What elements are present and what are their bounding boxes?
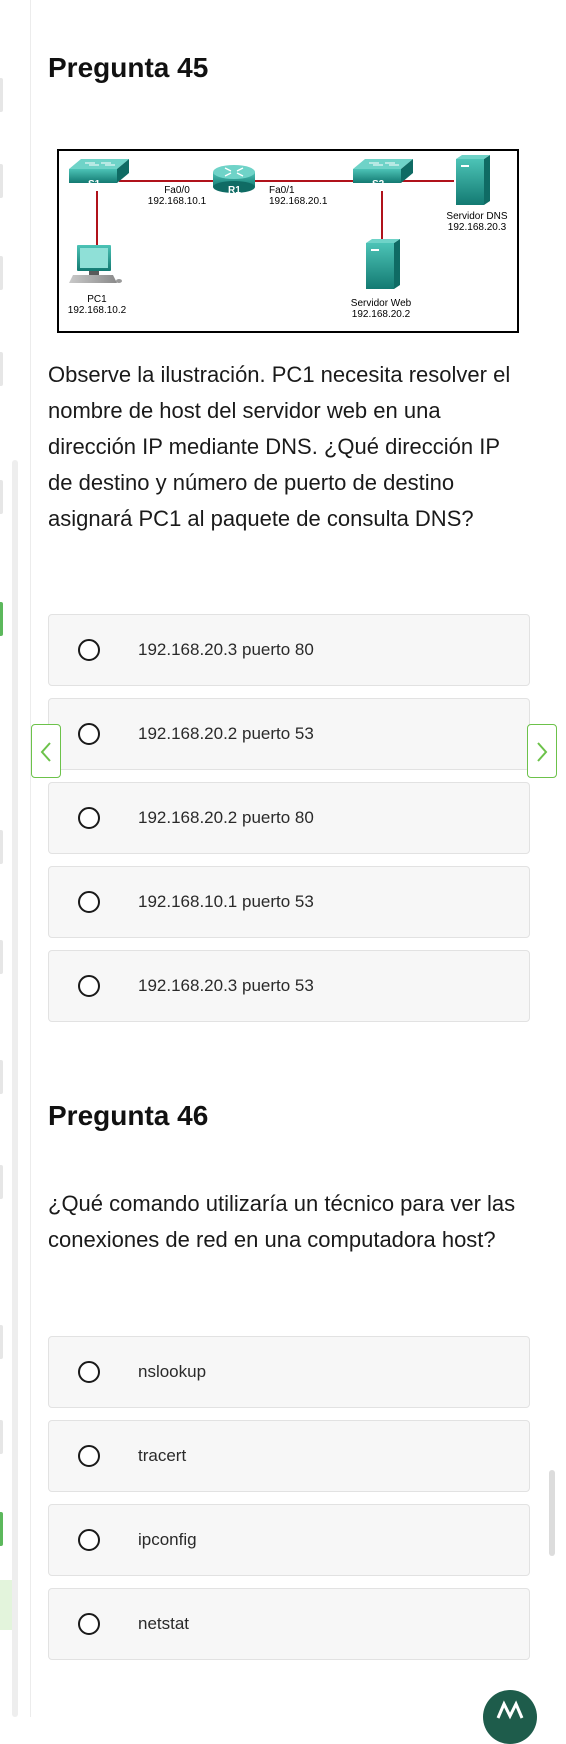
web-server-icon <box>366 239 400 289</box>
chevron-left-icon <box>40 742 51 762</box>
question-heading: Pregunta 46 <box>48 1100 209 1131</box>
answer-option-label: 192.168.20.3 puerto 53 <box>138 976 314 995</box>
answer-option[interactable]: 192.168.20.3 puerto 80 <box>48 614 530 686</box>
answer-option-label: ipconfig <box>138 1530 197 1549</box>
dns-server-ip: 192.168.20.3 <box>447 222 507 233</box>
answer-option-label: netstat <box>138 1614 190 1633</box>
scrollbar-thumb[interactable] <box>549 1470 555 1556</box>
answer-option[interactable]: 192.168.20.2 puerto 53 <box>48 698 530 770</box>
rail-tab[interactable] <box>0 830 3 864</box>
answer-option[interactable]: tracert <box>48 1420 530 1492</box>
rail-tab[interactable] <box>0 1060 3 1094</box>
chevron-right-icon <box>537 742 548 762</box>
answer-option[interactable]: netstat <box>48 1588 530 1660</box>
switch-s1-label: S1 <box>88 179 101 190</box>
rail-tab[interactable] <box>0 940 3 974</box>
rail-tab[interactable] <box>0 1325 3 1359</box>
interface-fa00-label: Fa0/0 <box>164 185 190 196</box>
question-text: ¿Qué comando utilizaría un técnico para … <box>48 1191 516 1252</box>
radio-unchecked-icon[interactable] <box>78 1613 100 1635</box>
prev-question-button[interactable] <box>31 724 61 778</box>
web-server-ip: 192.168.20.2 <box>351 309 411 320</box>
pc1-name: PC1 <box>87 294 107 305</box>
dns-server-icon <box>456 155 490 205</box>
answer-option[interactable]: 192.168.20.2 puerto 80 <box>48 782 530 854</box>
radio-unchecked-icon[interactable] <box>78 1445 100 1467</box>
rail-tab-active[interactable] <box>0 602 3 636</box>
radio-unchecked-icon[interactable] <box>78 723 100 745</box>
rail-tab-active[interactable] <box>0 1512 3 1546</box>
radio-unchecked-icon[interactable] <box>78 975 100 997</box>
rail-tab[interactable] <box>0 1420 3 1454</box>
answer-option-label: 192.168.20.3 puerto 80 <box>138 640 314 659</box>
question-heading: Pregunta 45 <box>48 52 209 83</box>
answer-option-label: nslookup <box>138 1362 207 1381</box>
answer-option[interactable]: 192.168.20.3 puerto 53 <box>48 950 530 1022</box>
web-server-name: Servidor Web <box>350 298 412 309</box>
interface-fa01-label: Fa0/1 <box>269 185 295 196</box>
rail-tab[interactable] <box>0 480 3 514</box>
radio-unchecked-icon[interactable] <box>78 639 100 661</box>
rail-tab[interactable] <box>0 352 3 386</box>
router-r1-label: R1 <box>228 185 241 196</box>
floating-action-button[interactable] <box>483 1690 537 1744</box>
rail-highlight <box>0 1580 12 1630</box>
answer-option-label: 192.168.10.1 puerto 53 <box>138 892 314 911</box>
radio-unchecked-icon[interactable] <box>78 807 100 829</box>
rail-tab[interactable] <box>0 256 3 290</box>
answer-option-label: tracert <box>138 1446 187 1465</box>
pc1-ip: 192.168.10.2 <box>67 305 127 316</box>
rail-tab[interactable] <box>0 78 3 112</box>
rail-tab[interactable] <box>0 1165 3 1199</box>
next-question-button[interactable] <box>527 724 557 778</box>
interface-fa01-ip: 192.168.20.1 <box>269 196 328 207</box>
network-diagram: S1 R1 S2 Fa0/0 192.168.10.1 Fa0/1 192.16… <box>57 149 519 333</box>
left-rail <box>0 0 31 1717</box>
radio-unchecked-icon[interactable] <box>78 1361 100 1383</box>
switch-s2-label: S2 <box>372 179 385 190</box>
app-logo-icon <box>496 1700 524 1720</box>
pc1-computer-icon <box>69 245 122 283</box>
question-text: Observe la ilustración. PC1 necesita res… <box>48 362 511 531</box>
answer-option[interactable]: nslookup <box>48 1336 530 1408</box>
left-rail-track <box>12 460 18 1717</box>
rail-tab[interactable] <box>0 164 3 198</box>
answer-option[interactable]: ipconfig <box>48 1504 530 1576</box>
answer-option[interactable]: 192.168.10.1 puerto 53 <box>48 866 530 938</box>
radio-unchecked-icon[interactable] <box>78 891 100 913</box>
answer-option-label: 192.168.20.2 puerto 80 <box>138 808 314 827</box>
dns-server-name: Servidor DNS <box>446 211 508 222</box>
radio-unchecked-icon[interactable] <box>78 1529 100 1551</box>
answer-option-label: 192.168.20.2 puerto 53 <box>138 724 314 743</box>
interface-fa00-ip: 192.168.10.1 <box>147 196 207 207</box>
